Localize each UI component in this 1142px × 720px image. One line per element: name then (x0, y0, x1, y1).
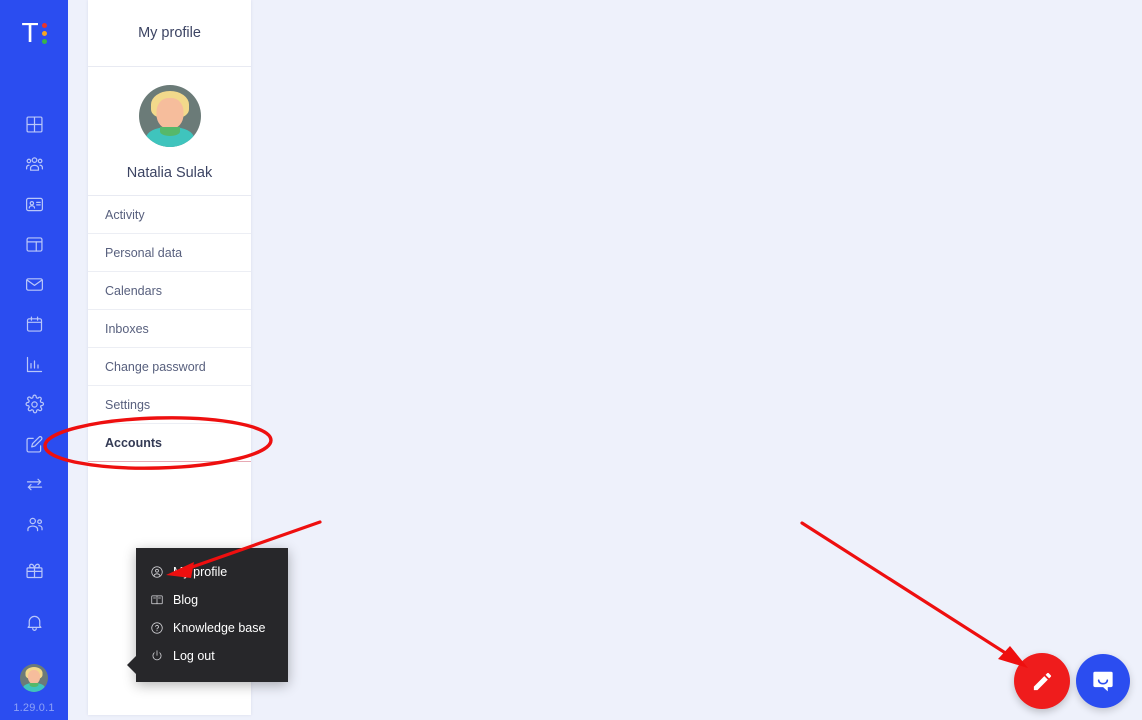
profile-menu-item-label: Activity (105, 207, 145, 222)
context-menu-item-label: Blog (173, 593, 199, 607)
user-circle-icon (151, 566, 163, 578)
profile-avatar[interactable] (138, 85, 201, 147)
sidebar-item-board[interactable] (0, 224, 68, 264)
context-menu-item[interactable]: Log out (136, 642, 288, 670)
profile-menu-item[interactable]: Inboxes (88, 310, 251, 348)
chat-launcher-button[interactable] (1076, 654, 1130, 708)
profile-menu-item-label: Change password (105, 359, 206, 374)
question-circle-icon (151, 622, 163, 634)
profile-menu-item[interactable]: Change password (88, 348, 251, 386)
context-menu-item[interactable]: Blog (136, 586, 288, 614)
sidebar-item-editor[interactable] (0, 424, 68, 464)
sidebar-item-users[interactable] (0, 504, 68, 544)
rail-bottom-icon-group: 1.29.0.1 (0, 550, 68, 720)
page-title: My profile (88, 0, 251, 67)
context-menu-item-label: Knowledge base (173, 621, 266, 635)
sidebar-item-gifts[interactable] (0, 550, 68, 590)
sidebar-item-transfers[interactable] (0, 464, 68, 504)
book-icon (151, 595, 163, 605)
chat-bubble-icon (1093, 671, 1113, 692)
sidebar-item-reports[interactable] (0, 344, 68, 384)
create-fab-button[interactable] (1014, 653, 1070, 709)
profile-menu-item[interactable]: Activity (88, 196, 251, 234)
profile-menu-item[interactable]: Personal data (88, 234, 251, 272)
profile-menu-list: Activity Personal data Calendars Inboxes Cha… (88, 196, 251, 462)
profile-identity: Natalia Sulak (88, 67, 251, 196)
rail-avatar-button[interactable] (0, 654, 68, 702)
profile-menu-item-label: Accounts (105, 435, 162, 450)
rail-top-icon-group (0, 104, 68, 544)
app-logo[interactable]: T (0, 0, 68, 66)
profile-menu-item[interactable]: Calendars (88, 272, 251, 310)
power-icon (152, 650, 162, 661)
profile-menu-item-label: Calendars (105, 283, 162, 298)
context-menu-item[interactable]: Knowledge base (136, 614, 288, 642)
sidebar-item-settings[interactable] (0, 384, 68, 424)
context-menu-item-label: Log out (173, 649, 215, 663)
content-area: My profile Natalia Sulak Activity Persona… (68, 0, 1142, 720)
sidebar-item-contacts[interactable] (0, 184, 68, 224)
profile-menu-item-label: Inboxes (105, 321, 149, 336)
sidebar-item-dashboard[interactable] (0, 104, 68, 144)
logo-dots (41, 19, 47, 44)
app-root: T 1.29.0.1 My profile Natalia Sulak Acti… (0, 0, 1142, 720)
sidebar-item-calendar[interactable] (0, 304, 68, 344)
app-version: 1.29.0.1 (13, 702, 55, 714)
context-menu-item-label: My profile (173, 565, 228, 579)
profile-user-name: Natalia Sulak (126, 165, 213, 181)
main-nav-rail: T 1.29.0.1 (0, 0, 68, 720)
profile-menu-item-label: Personal data (105, 245, 183, 260)
profile-menu-item-label: Settings (105, 397, 151, 412)
logo-letter: T (21, 17, 39, 48)
profile-menu-item[interactable]: Settings (88, 386, 251, 424)
context-menu-item[interactable]: My profile (136, 558, 288, 586)
sidebar-item-mail[interactable] (0, 264, 68, 304)
profile-menu-item[interactable]: Accounts (88, 424, 251, 462)
sidebar-item-notifications[interactable] (0, 602, 68, 642)
sidebar-item-team[interactable] (0, 144, 68, 184)
pencil-icon (1033, 672, 1051, 690)
avatar (20, 664, 48, 692)
user-context-menu: My profile Blog Knowledge base Log out (127, 548, 288, 682)
